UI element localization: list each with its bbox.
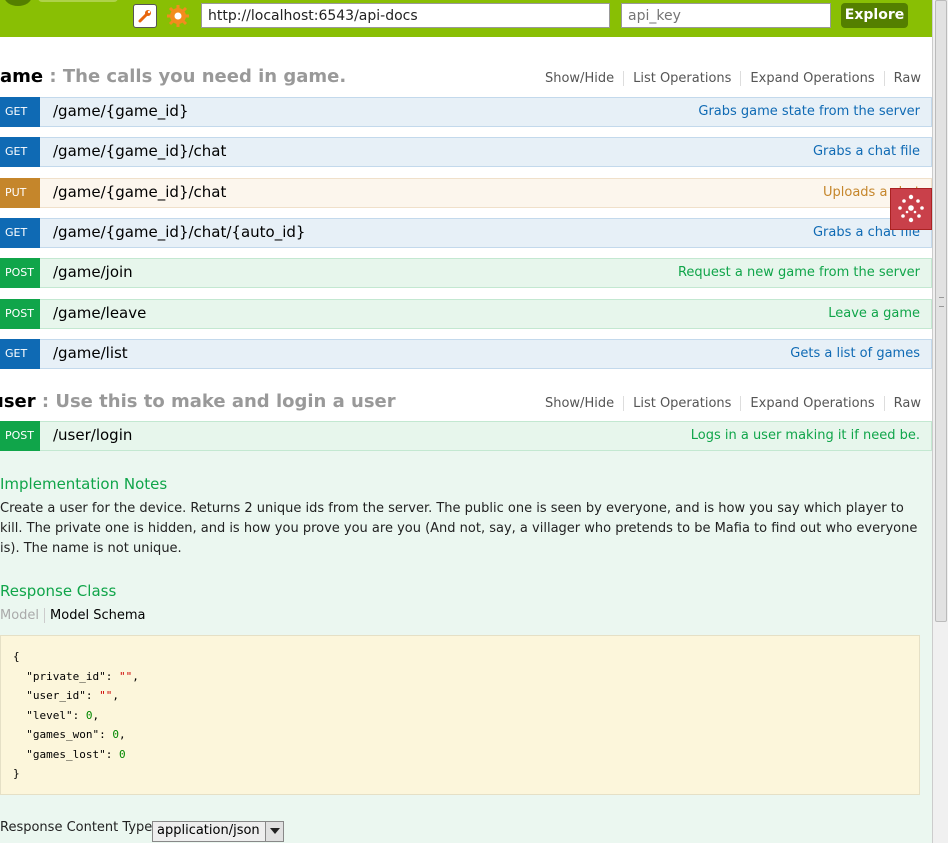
operation-details: Implementation Notes Create a user for t…	[0, 451, 932, 843]
operation-path[interactable]: /game/leave	[53, 304, 146, 322]
operation-summary[interactable]: Logs in a user making it if need be.	[691, 428, 920, 443]
resource-name[interactable]: ame	[0, 66, 43, 87]
operation-path[interactable]: /game/join	[53, 263, 133, 281]
schema-value: 0	[118, 747, 126, 761]
implementation-notes-heading: Implementation Notes	[0, 475, 168, 493]
wrench-icon[interactable]	[133, 4, 157, 28]
operation-row[interactable]: GET /game/list Gets a list of games	[0, 339, 932, 369]
operation-path[interactable]: /game/{game_id}/chat/{auto_id}	[53, 223, 305, 241]
resource-name[interactable]: user	[0, 391, 36, 412]
explore-button[interactable]: Explore	[841, 3, 908, 28]
vertical-scrollbar[interactable]	[932, 0, 948, 843]
operation-path[interactable]: /user/login	[53, 426, 132, 444]
header-bar: Explore	[0, 0, 932, 37]
tab-model-schema[interactable]: Model Schema	[45, 608, 145, 623]
resource-title[interactable]: ame : The calls you need in game.	[0, 66, 346, 87]
response-content-type-select[interactable]: application/json	[152, 821, 284, 842]
operation-row[interactable]: GET /game/{game_id}/chat Grabs a chat fi…	[0, 137, 932, 167]
resource-title[interactable]: user : Use this to make and login a user	[0, 391, 396, 412]
expand-operations-link[interactable]: Expand Operations	[741, 396, 885, 411]
implementation-notes-text: Create a user for the device. Returns 2 …	[0, 501, 918, 556]
http-method-badge[interactable]: POST	[0, 258, 40, 288]
schema-key: "private_id"	[26, 669, 106, 683]
http-method-badge[interactable]: GET	[0, 97, 40, 127]
http-method-badge[interactable]: GET	[0, 339, 40, 369]
operation-summary[interactable]: Grabs a chat file	[813, 144, 920, 159]
operation-row[interactable]: POST /game/join Request a new game from …	[0, 258, 932, 288]
resource-ops-links: Show/Hide List Operations Expand Operation…	[536, 71, 921, 86]
operation-row[interactable]: POST /user/login Logs in a user making i…	[0, 421, 932, 451]
show-hide-link[interactable]: Show/Hide	[536, 71, 625, 86]
operation-path[interactable]: /game/{game_id}/chat	[53, 183, 226, 201]
show-hide-link[interactable]: Show/Hide	[536, 396, 625, 411]
resource-description: : The calls you need in game.	[43, 66, 347, 87]
operation-summary[interactable]: Leave a game	[828, 306, 920, 321]
raw-link[interactable]: Raw	[885, 71, 921, 86]
list-operations-link[interactable]: List Operations	[624, 71, 742, 86]
http-method-badge[interactable]: PUT	[0, 178, 40, 208]
resource-heading-user: user : Use this to make and login a user…	[0, 391, 932, 417]
swagger-logo-text	[38, 0, 118, 2]
response-content-type-label: Response Content Type	[0, 820, 153, 835]
base-url-input[interactable]	[201, 3, 610, 28]
schema-key: "games_lost"	[26, 747, 106, 761]
extension-icon[interactable]	[890, 188, 932, 230]
http-method-badge[interactable]: GET	[0, 218, 40, 248]
chevron-down-icon[interactable]	[265, 822, 283, 841]
schema-key: "games_won"	[26, 728, 100, 741]
http-method-badge[interactable]: GET	[0, 137, 40, 167]
operation-path[interactable]: /game/{game_id}/chat	[53, 142, 226, 160]
operation-path[interactable]: /game/list	[53, 344, 128, 362]
operation-row[interactable]: GET /game/{game_id}/chat/{auto_id} Grabs…	[0, 218, 932, 248]
operation-path[interactable]: /game/{game_id}	[53, 102, 189, 120]
operation-row[interactable]: GET /game/{game_id} Grabs game state fro…	[0, 97, 932, 127]
expand-operations-link[interactable]: Expand Operations	[741, 71, 885, 86]
gear-icon[interactable]	[166, 4, 190, 28]
http-method-badge[interactable]: POST	[0, 421, 40, 451]
response-content-type-value: application/json	[157, 823, 260, 838]
schema-value: ""	[99, 689, 113, 702]
api-key-input[interactable]	[621, 3, 831, 28]
resource-description: : Use this to make and login a user	[35, 391, 396, 412]
scrollbar-grip	[939, 297, 944, 307]
resource-heading-game: ame : The calls you need in game. Show/H…	[0, 66, 932, 92]
model-tabs: Model Model Schema	[0, 608, 145, 623]
schema-value: 0	[85, 708, 93, 722]
operation-summary[interactable]: Grabs game state from the server	[698, 104, 920, 119]
tab-model[interactable]: Model	[0, 608, 46, 623]
operation-summary[interactable]: Request a new game from the server	[678, 265, 920, 280]
schema-value: ""	[118, 669, 133, 683]
schema-key: "level"	[26, 708, 73, 722]
operation-row[interactable]: PUT /game/{game_id}/chat Uploads a chat	[0, 178, 932, 208]
scrollbar-thumb[interactable]	[935, 0, 947, 622]
schema-key: "user_id"	[26, 689, 86, 702]
response-class-heading: Response Class	[0, 582, 117, 600]
operation-row[interactable]: POST /game/leave Leave a game	[0, 299, 932, 329]
list-operations-link[interactable]: List Operations	[624, 396, 742, 411]
model-schema-code[interactable]: { "private_id": "", "user_id": "", "leve…	[0, 635, 920, 795]
http-method-badge[interactable]: POST	[0, 299, 40, 329]
schema-value: 0	[112, 728, 119, 741]
swagger-logo[interactable]	[4, 0, 32, 6]
operation-summary[interactable]: Gets a list of games	[790, 346, 920, 361]
raw-link[interactable]: Raw	[885, 396, 921, 411]
resource-ops-links: Show/Hide List Operations Expand Operation…	[536, 396, 921, 411]
